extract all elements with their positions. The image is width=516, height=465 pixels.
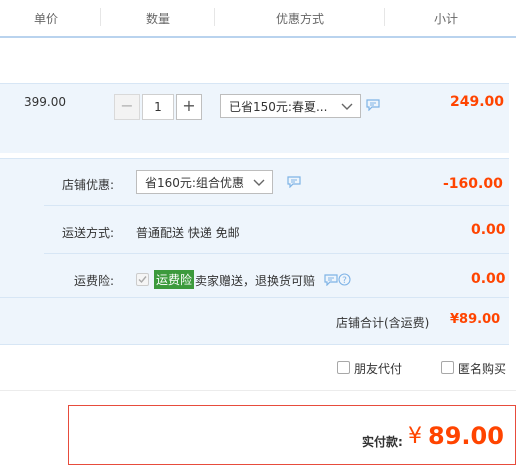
anonymous-label[interactable]: 匿名购买 — [458, 360, 506, 377]
unit-price: 399.00 — [24, 95, 66, 109]
shop-total-label: 店铺合计(含运费) — [336, 316, 430, 330]
chevron-down-icon — [253, 179, 265, 186]
payment-currency: ¥ — [408, 424, 422, 449]
shop-discount-label: 店铺优惠: — [62, 178, 115, 192]
payment-amount: 89.00 — [428, 422, 504, 450]
check-icon — [138, 276, 147, 284]
message-icon[interactable] — [324, 274, 338, 286]
col-discount: 优惠方式 — [276, 12, 325, 26]
shipping-method: 普通配送 快递 免邮 — [136, 226, 240, 240]
header-divider — [384, 8, 385, 26]
friend-pay-checkbox[interactable] — [337, 361, 350, 374]
insurance-checkbox[interactable] — [136, 273, 149, 286]
anonymous-checkbox[interactable] — [441, 361, 454, 374]
row-divider — [0, 83, 509, 84]
col-subtotal: 小计 — [434, 12, 459, 26]
friend-pay-label[interactable]: 朋友代付 — [354, 360, 402, 377]
row-divider — [0, 158, 509, 159]
message-icon[interactable] — [366, 99, 380, 111]
item-promo-select-value: 已省150元:春夏... — [229, 100, 328, 114]
message-icon[interactable] — [287, 176, 301, 188]
quantity-decrease-button[interactable]: − — [114, 94, 140, 120]
shop-discount-value: -160.00 — [443, 176, 503, 192]
shipping-value: 0.00 — [471, 222, 506, 238]
row-divider — [44, 253, 509, 254]
item-subtotal: 249.00 — [450, 94, 505, 110]
col-unit-price: 单价 — [34, 12, 59, 26]
shop-discount-select[interactable]: 省160元:组合优惠 — [136, 170, 273, 194]
insurance-tag: 运费险 — [154, 270, 195, 289]
shop-total-value: ¥89.00 — [450, 312, 501, 327]
col-quantity: 数量 — [146, 12, 171, 26]
row-divider — [0, 344, 509, 345]
shop-discount-select-value: 省160元:组合优惠 — [145, 176, 244, 190]
chevron-down-icon — [341, 103, 353, 110]
svg-text:?: ? — [342, 276, 347, 286]
quantity-increase-button[interactable]: + — [176, 94, 202, 120]
cart-header: 单价 数量 优惠方式 小计 — [0, 0, 516, 38]
item-promo-select[interactable]: 已省150元:春夏... — [220, 94, 361, 118]
header-divider — [214, 8, 215, 26]
header-divider — [100, 8, 101, 26]
insurance-value: 0.00 — [471, 271, 506, 287]
quantity-input[interactable]: 1 — [142, 94, 174, 120]
insurance-description: 卖家赠送，退换货可赔 — [195, 274, 316, 288]
help-icon[interactable]: ? — [338, 273, 351, 286]
payment-label: 实付款: — [362, 435, 403, 449]
row-divider — [0, 297, 509, 298]
shipping-label: 运送方式: — [62, 226, 115, 240]
row-divider — [44, 205, 509, 206]
row-divider — [0, 390, 516, 391]
insurance-label: 运费险: — [74, 274, 115, 288]
